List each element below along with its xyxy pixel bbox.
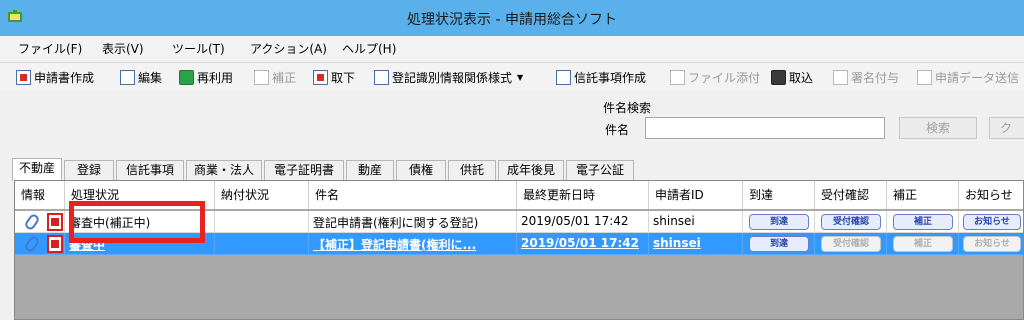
reuse-label: 再利用 xyxy=(197,70,234,85)
paperclip-icon xyxy=(23,234,41,254)
withdraw-button[interactable]: 取下 xyxy=(313,68,355,86)
window-title: 処理状況表示 - 申請用総合ソフト xyxy=(407,12,617,28)
amend-button[interactable]: 補正 xyxy=(254,68,296,86)
arrival-button[interactable]: 到達 xyxy=(749,236,809,252)
tab-deposit[interactable]: 供託 xyxy=(448,160,496,180)
info-cell xyxy=(15,233,65,255)
column-header-receipt[interactable]: 受付確認 xyxy=(815,181,887,209)
info-cell xyxy=(15,211,65,233)
tab-trust[interactable]: 信託事項 xyxy=(116,160,184,180)
chevron-down-icon: ▼ xyxy=(517,72,524,82)
menu-bar: ファイル(F) 表示(V) ツール(T) アクション(A) ヘルプ(H) xyxy=(0,36,1024,60)
send-data-label: 申請データ送信 xyxy=(935,70,1020,85)
notice-cell: お知らせ xyxy=(959,233,1023,255)
notice-cell: お知らせ xyxy=(959,211,1023,233)
create-application-label: 申請書作成 xyxy=(34,70,95,85)
import-button[interactable]: 取込 xyxy=(771,68,813,86)
sign-button[interactable]: 署名付与 xyxy=(833,68,899,86)
attach-file-icon xyxy=(670,69,685,85)
column-header-amend[interactable]: 補正 xyxy=(887,181,959,209)
withdraw-icon xyxy=(313,69,328,85)
subject-search-input[interactable] xyxy=(645,117,885,139)
receipt-confirm-button[interactable]: 受付確認 xyxy=(821,236,881,252)
tab-guardianship[interactable]: 成年後見 xyxy=(498,160,564,180)
receipt-confirm-button[interactable]: 受付確認 xyxy=(821,214,881,230)
registry-form-icon xyxy=(374,69,389,85)
amend-row-button[interactable]: 補正 xyxy=(893,236,953,252)
trust-button[interactable]: 信託事項作成 xyxy=(556,68,646,86)
edit-label: 編集 xyxy=(138,70,163,85)
receipt-cell: 受付確認 xyxy=(815,233,887,255)
title-bar: 処理状況表示 - 申請用総合ソフト xyxy=(0,0,1024,36)
subject-search-group: 件名検索 件名 検索 ク xyxy=(597,97,1024,153)
arrival-cell: 到達 xyxy=(743,233,815,255)
edit-button[interactable]: 編集 xyxy=(120,68,162,86)
tab-registration[interactable]: 登録 xyxy=(64,160,114,180)
tab-real-estate[interactable]: 不動産 xyxy=(12,158,62,181)
tab-e-certificate[interactable]: 電子証明書 xyxy=(264,160,344,180)
payment-cell xyxy=(215,211,309,233)
document-status-icon xyxy=(47,213,63,231)
menu-help[interactable]: ヘルプ(H) xyxy=(342,40,396,57)
payment-cell xyxy=(215,233,309,255)
trust-icon xyxy=(556,69,571,85)
send-data-button[interactable]: 申請データ送信 xyxy=(917,68,1019,86)
amend-cell: 補正 xyxy=(887,233,959,255)
amend-cell: 補正 xyxy=(887,211,959,233)
column-header-arrival[interactable]: 到達 xyxy=(743,181,815,209)
registry-form-button[interactable]: 登記識別情報関係様式 ▼ xyxy=(374,68,523,86)
menu-action[interactable]: アクション(A) xyxy=(250,40,327,57)
reuse-button[interactable]: 再利用 xyxy=(179,68,233,86)
create-application-button[interactable]: 申請書作成 xyxy=(16,68,94,86)
menu-view[interactable]: 表示(V) xyxy=(102,40,144,57)
registry-form-label: 登記識別情報関係様式 xyxy=(392,70,513,85)
trust-label: 信託事項作成 xyxy=(574,70,647,85)
import-icon xyxy=(771,69,786,85)
paperclip-icon xyxy=(23,212,41,232)
column-header-payment[interactable]: 納付状況 xyxy=(215,181,309,209)
tab-claims[interactable]: 債権 xyxy=(396,160,446,180)
amend-icon xyxy=(254,69,269,85)
notice-button[interactable]: お知らせ xyxy=(963,236,1021,252)
column-header-subject[interactable]: 件名 xyxy=(309,181,517,209)
toolbar: 申請書作成 編集 再利用 補正 取下 登記識別情報関係様式 ▼ 信託事項作成 フ… xyxy=(0,62,1024,90)
document-status-icon xyxy=(47,235,63,253)
amend-label: 補正 xyxy=(272,70,297,85)
sign-label: 署名付与 xyxy=(851,70,900,85)
amend-row-button[interactable]: 補正 xyxy=(893,214,953,230)
column-header-applicant[interactable]: 申請者ID xyxy=(649,181,743,209)
subject-cell: 【補正】登記申請書(権利に... xyxy=(309,233,517,255)
tab-e-notary[interactable]: 電子公証 xyxy=(566,160,634,180)
status-highlight-box xyxy=(69,201,205,243)
updated-cell: 2019/05/01 17:42 xyxy=(517,211,649,233)
receipt-cell: 受付確認 xyxy=(815,211,887,233)
document-new-icon xyxy=(16,69,31,85)
attach-file-button[interactable]: ファイル添付 xyxy=(670,68,760,86)
send-data-icon xyxy=(917,69,932,85)
clear-button[interactable]: ク xyxy=(989,117,1024,139)
column-header-updated[interactable]: 最終更新日時 xyxy=(517,181,649,209)
subject-cell: 登記申請書(権利に関する登記) xyxy=(309,211,517,233)
applicant-cell: shinsei xyxy=(649,233,743,255)
sign-icon xyxy=(833,69,848,85)
column-header-info[interactable]: 情報 xyxy=(15,181,65,209)
arrival-button[interactable]: 到達 xyxy=(749,214,809,230)
arrival-cell: 到達 xyxy=(743,211,815,233)
menu-tools[interactable]: ツール(T) xyxy=(172,40,225,57)
notice-button[interactable]: お知らせ xyxy=(963,214,1021,230)
tab-movables[interactable]: 動産 xyxy=(346,160,394,180)
edit-icon xyxy=(120,69,135,85)
attach-file-label: ファイル添付 xyxy=(688,70,761,85)
applicant-cell: shinsei xyxy=(649,211,743,233)
tab-commercial[interactable]: 商業・法人 xyxy=(186,160,262,180)
withdraw-label: 取下 xyxy=(331,70,356,85)
subject-label: 件名 xyxy=(605,123,630,137)
import-label: 取込 xyxy=(789,70,814,85)
column-header-notice[interactable]: お知らせ xyxy=(959,181,1023,209)
updated-cell: 2019/05/01 17:42 xyxy=(517,233,649,255)
search-group-title: 件名検索 xyxy=(603,101,652,115)
menu-file[interactable]: ファイル(F) xyxy=(18,40,82,57)
reuse-icon xyxy=(179,69,194,85)
search-button[interactable]: 検索 xyxy=(899,117,977,139)
